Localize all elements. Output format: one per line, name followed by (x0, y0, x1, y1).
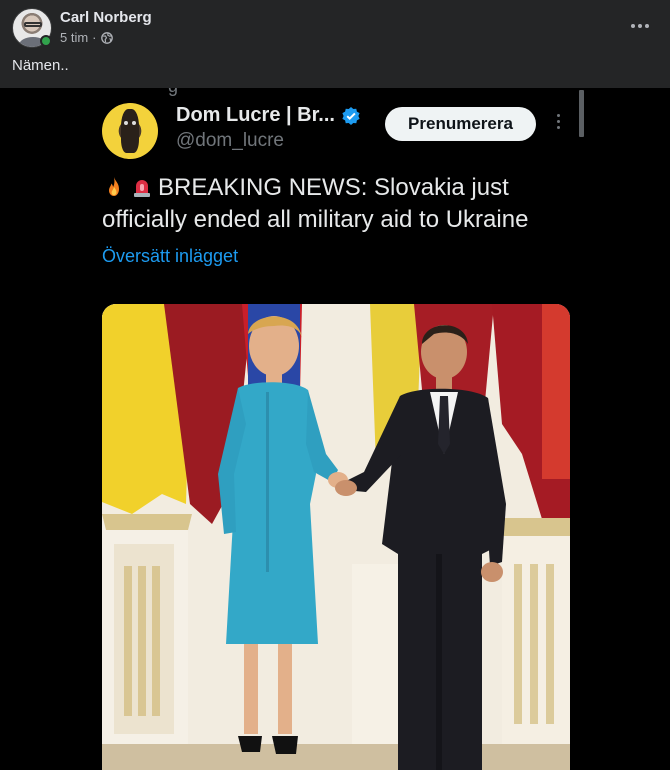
more-dot (645, 24, 649, 28)
tweet-body-text: BREAKING NEWS: Slovakia just officially … (102, 174, 529, 233)
more-dot (556, 114, 560, 117)
news-photo (102, 304, 570, 770)
meta-separator: · (92, 30, 97, 45)
screenshot-scrollbar (579, 90, 584, 137)
facebook-post: Carl Norberg 5 tim · Nämen.. g (0, 0, 670, 770)
tweet-display-name: Dom Lucre | Br... (176, 104, 335, 126)
avatar-glasses (24, 22, 42, 27)
more-dot (631, 24, 635, 28)
globe-icon[interactable] (100, 31, 113, 44)
more-dot (638, 24, 642, 28)
avatar-mask-figure (121, 109, 139, 153)
post-media-screenshot[interactable]: g Dom Lucre | Br... @dom_lucre Prenumere… (0, 88, 670, 770)
cut-off-text: g (168, 88, 178, 97)
more-dot (556, 126, 560, 129)
translate-post-link: Översätt inlägget (102, 246, 239, 266)
tweet-author-avatar (102, 103, 158, 159)
subscribe-button: Prenumerera (385, 107, 536, 141)
tweet-author-name: Dom Lucre | Br... (176, 104, 361, 127)
tweet-text: BREAKING NEWS: Slovakia just officially … (102, 172, 582, 236)
verified-badge-icon (341, 106, 361, 126)
more-dot (556, 120, 560, 123)
post-header: Carl Norberg 5 tim · (0, 0, 670, 56)
avatar-eye (124, 121, 128, 125)
tweet-more-icon (553, 114, 563, 136)
fire-icon (102, 175, 126, 199)
online-status-dot (40, 35, 52, 47)
siren-icon (130, 175, 154, 199)
post-time[interactable]: 5 tim (60, 30, 88, 45)
post-meta: 5 tim · (60, 30, 113, 45)
avatar-eye (132, 121, 136, 125)
photo-scene (102, 304, 570, 770)
more-options-button[interactable] (626, 12, 654, 40)
author-name[interactable]: Carl Norberg (60, 9, 152, 26)
post-text: Nämen.. (12, 57, 69, 74)
tweet-handle: @dom_lucre (176, 130, 284, 151)
